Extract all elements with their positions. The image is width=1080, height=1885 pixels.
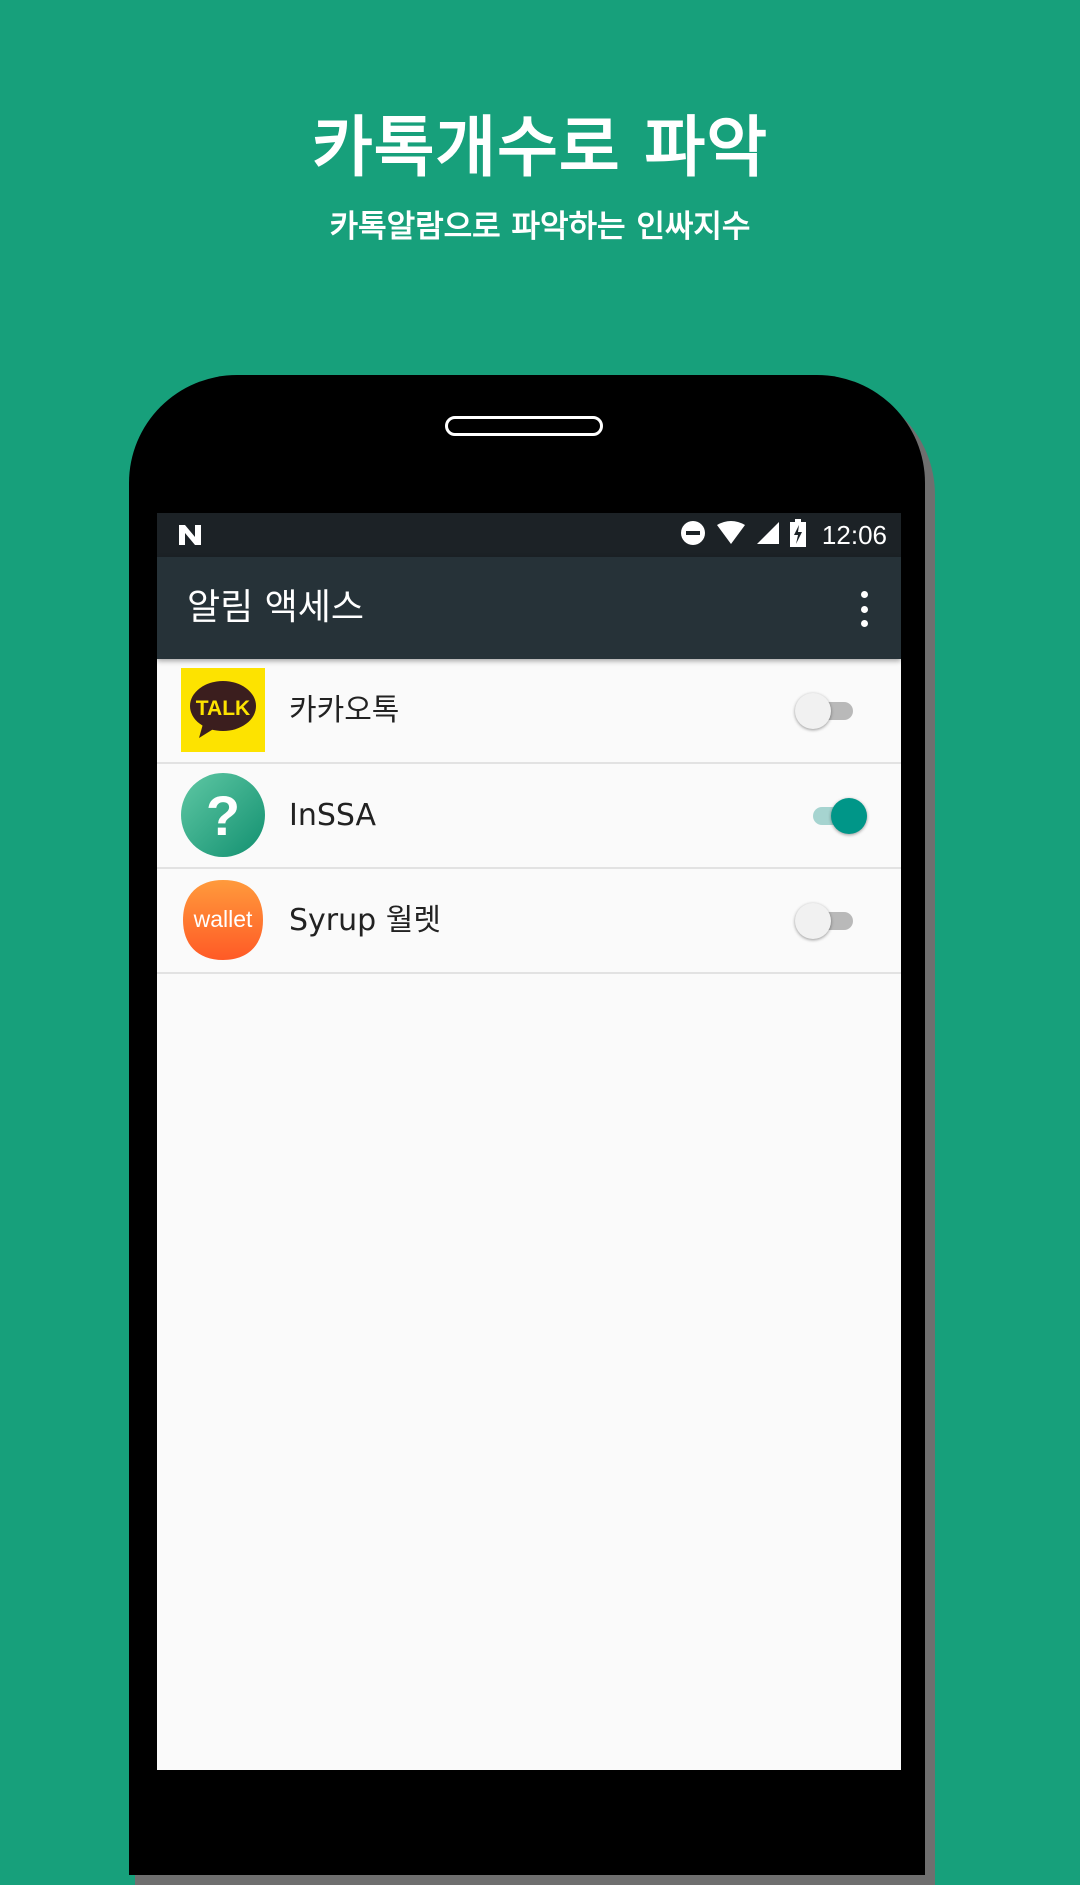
list-item-syrup-wallet[interactable]: wallet Syrup 월렛 bbox=[157, 869, 901, 974]
status-time: 12:06 bbox=[821, 519, 887, 550]
app-bar: 알림 액세스 bbox=[157, 557, 901, 659]
list-item-inssa[interactable]: ? InSSA bbox=[157, 764, 901, 869]
status-bar: 12:06 bbox=[157, 513, 901, 557]
do-not-disturb-icon bbox=[680, 520, 706, 550]
promo-subline: 카톡알람으로 파악하는 인싸지수 bbox=[329, 209, 751, 245]
wallet-icon-text: wallet bbox=[193, 906, 253, 932]
toggle-inssa[interactable] bbox=[809, 798, 867, 834]
phone-screen: 12:06 알림 액세스 TALK 카카오톡 ? InSSA wallet Sy… bbox=[157, 513, 901, 1770]
page-title: 알림 액세스 bbox=[187, 587, 365, 628]
kakaotalk-icon: TALK bbox=[181, 668, 265, 752]
n-logo-icon bbox=[177, 523, 203, 551]
inssa-icon-text: ? bbox=[206, 784, 240, 847]
promo-headline: 카톡개수로 파악 bbox=[311, 109, 769, 186]
kakaotalk-icon-text: TALK bbox=[196, 697, 250, 720]
app-name-kakaotalk: 카카오톡 bbox=[289, 693, 400, 728]
toggle-syrup-wallet[interactable] bbox=[795, 903, 853, 939]
phone-speaker bbox=[445, 416, 603, 436]
inssa-question-icon: ? bbox=[181, 773, 265, 857]
more-vert-icon[interactable] bbox=[857, 591, 871, 627]
syrup-wallet-icon: wallet bbox=[181, 878, 265, 962]
cellular-signal-icon bbox=[756, 521, 780, 549]
list-item-kakaotalk[interactable]: TALK 카카오톡 bbox=[157, 659, 901, 764]
wifi-icon bbox=[716, 521, 746, 549]
app-name-inssa: InSSA bbox=[289, 798, 377, 833]
battery-charging-icon bbox=[789, 519, 806, 551]
notification-access-list: TALK 카카오톡 ? InSSA wallet Syrup 월렛 bbox=[157, 659, 901, 974]
app-name-syrup-wallet: Syrup 월렛 bbox=[289, 903, 441, 938]
toggle-kakaotalk[interactable] bbox=[795, 693, 853, 729]
